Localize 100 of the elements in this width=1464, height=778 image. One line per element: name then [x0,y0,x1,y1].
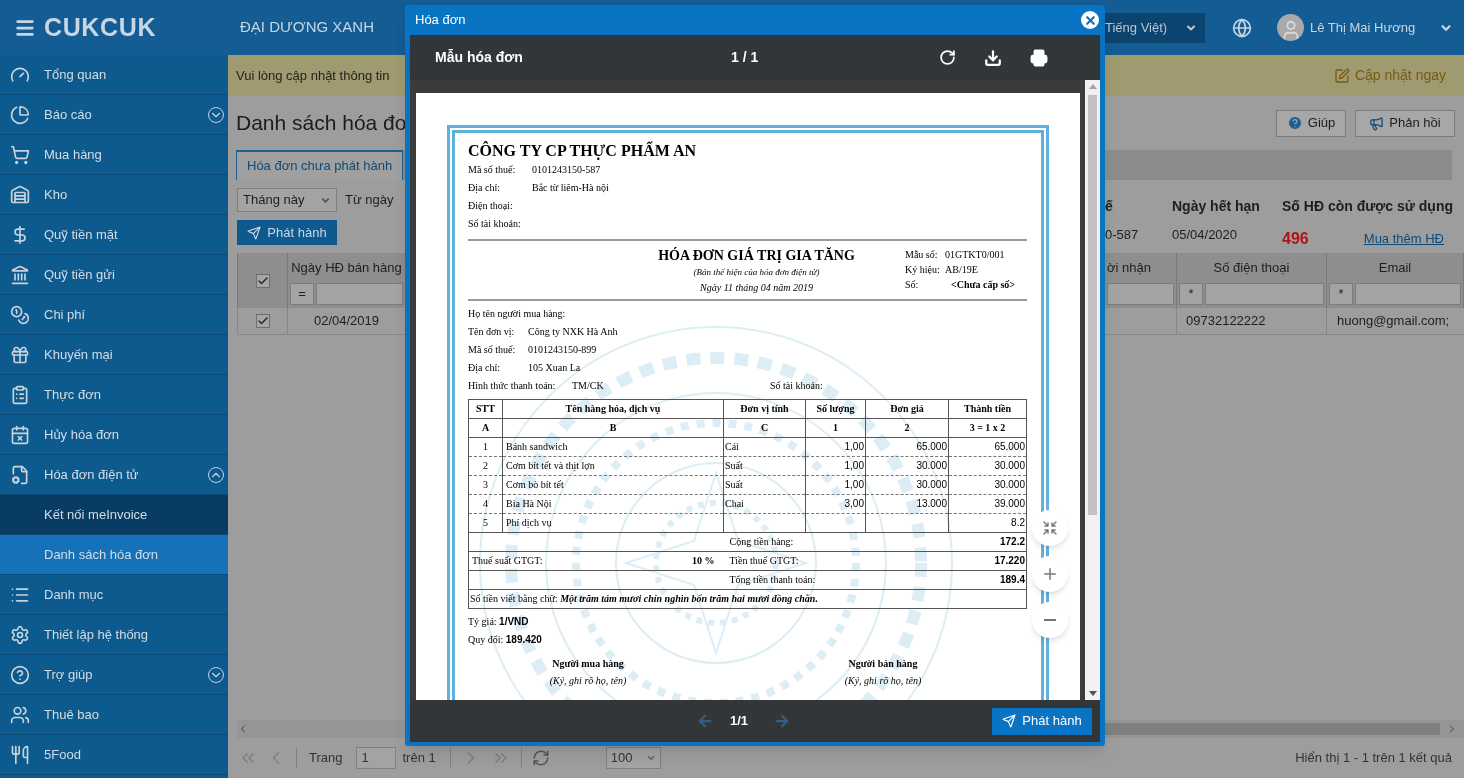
minus-icon [1044,619,1056,621]
tab[interactable]: Hóa đơn chưa phát hành [236,150,404,180]
table-cell: Suất [723,456,806,476]
close-button[interactable] [1081,11,1099,29]
company-name: ĐẠI DƯƠNG XANH [240,17,376,38]
page-indicator: 1 / 1 [731,48,759,67]
filter-field[interactable] [1107,283,1174,305]
tax-rate-label: Thuế suất GTGT: [472,554,543,568]
page-field[interactable]: 1 [356,747,397,769]
column-code: B [502,418,724,438]
total-label: Cộng tiền hàng: [723,532,949,552]
summary-label: Số HĐ còn được sử dụng [1282,197,1454,216]
period-dropdown[interactable]: Tháng này [237,188,337,212]
filter-operator[interactable]: * [1329,283,1353,305]
language-dropdown[interactable]: Tiếng Việt) [1105,12,1205,43]
user-name[interactable]: Lê Thị Mai Hương [1310,17,1416,38]
warehouse-icon [10,184,30,205]
page-count: trên 1 [402,749,436,768]
table-cell: 13.000 [865,494,949,514]
buy-more-link[interactable]: Mua thêm HĐ [1363,229,1444,249]
tax-rate-value: 10 % [692,554,715,568]
check-icon [256,274,269,287]
signature-title: Người bán hàng [848,657,918,671]
table-cell: 30.000 [948,456,1027,476]
table-cell: 30.000 [865,456,949,476]
signature-note: (Ký, ghi rõ họ, tên) [844,674,922,688]
invoice-subtitle: (Bản thể hiện của hóa đơn điện tử) [693,266,820,279]
scroll-up-icon[interactable] [1088,84,1097,89]
table-cell: 1,00 [805,437,866,457]
avatar[interactable] [1277,14,1304,41]
table-cell: Chai [723,494,806,514]
table-cell: Cơm bò bít tết [502,475,724,495]
help-icon [1286,115,1303,131]
signature-title: Người mua hàng [552,657,624,671]
column-code: A [468,418,503,438]
globe-icon[interactable] [1232,17,1252,38]
sidebar-item[interactable]: Danh sách hóa đơn [0,535,228,575]
column-code: 3 = 1 x 2 [948,418,1027,438]
filter-field[interactable] [316,283,403,305]
scrollbar-thumb[interactable] [1105,723,1440,735]
checkbox[interactable] [255,314,270,328]
table-cell: 65.000 [865,437,949,457]
bank-icon [10,264,30,285]
column-header: Ngày HĐ bán hàng [290,259,403,278]
scrollbar-thumb[interactable] [1088,95,1097,515]
close-icon [1083,13,1097,27]
caret-icon [645,753,656,763]
table-cell: 3 [468,475,503,495]
rotate-icon[interactable] [939,49,956,66]
shrink-icon [1042,520,1058,536]
page-size-dropdown[interactable]: 100 [605,747,661,769]
column-header: Đơn vị tính [723,399,806,419]
meta-value: 01GTKT0/001 [945,248,1005,262]
filter-field[interactable] [1205,283,1324,305]
field-label: Số tài khoản: [770,379,823,393]
total-value: 172.2 [948,532,1027,552]
previous-icon[interactable] [696,712,714,730]
print-icon[interactable] [1030,48,1048,67]
column-header: ời nhận [1106,259,1152,278]
refresh-icon[interactable] [531,749,550,767]
meta-label: Ký hiệu: [905,263,941,277]
send-icon [1002,714,1017,728]
help-button[interactable]: Giúp [1276,109,1346,137]
filter-field[interactable] [1355,283,1461,305]
feedback-button[interactable]: Phản hồi [1355,109,1455,137]
notice-text: Vui lòng cập nhật thông tin [236,66,390,85]
summary-label: Ngày hết hạn [1172,197,1261,216]
amount-words-label: Số tiền viết bằng chữ: [470,593,558,604]
table-cell: 1,00 [805,475,866,495]
summary-value: 496 [1282,229,1309,249]
issue-button[interactable]: Phát hành [237,220,337,245]
filter-operator[interactable]: * [1179,283,1203,305]
issue-button[interactable]: Phát hành [992,707,1092,735]
summary-value: 0-587 [1105,226,1140,244]
column-header: Thành tiền [948,399,1027,419]
table-cell: 39.000 [948,494,1027,514]
column-header: Đơn giá [865,399,949,419]
summary-value: 05/04/2020 [1172,226,1239,244]
table-cell: 1,00 [805,456,866,476]
meta-label: Mẫu số: [905,248,939,262]
checkbox[interactable] [255,273,270,288]
pie-chart-icon [10,104,30,125]
meta-label: Số: [905,278,920,292]
footer-page-indicator: 1/1 [730,712,749,731]
column-header: Số lượng [805,399,866,419]
table-cell: 09732122222 [1177,308,1327,334]
filter-operator[interactable]: = [290,283,314,305]
field-label: Số tài khoản: [468,217,522,231]
download-icon[interactable] [984,48,1002,67]
sidebar-item[interactable]: Kết nối meInvoice [0,495,228,535]
field-label: Mã số thuế: [468,163,517,177]
total-value: 189.4 [948,570,1027,590]
app-logo: CUKCUK [44,11,157,43]
from-date-label: Từ ngày [345,191,394,210]
scrollbar-track[interactable] [1085,80,1100,700]
scrollbar-track[interactable] [237,720,405,738]
table-cell: Suất [723,475,806,495]
dialog-title: Hóa đơn [415,11,466,30]
meta-value: AB/19E [945,263,978,277]
total-value: 17.220 [948,551,1027,571]
